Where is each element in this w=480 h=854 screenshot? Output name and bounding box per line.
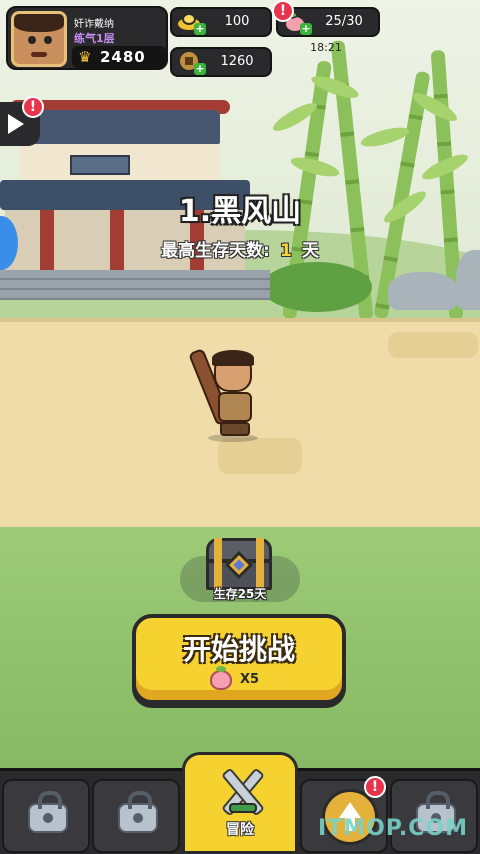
hero-hair xyxy=(212,350,254,366)
avatar-mouth xyxy=(31,52,47,57)
stamina-alert-badge: ! xyxy=(272,0,294,22)
player-hero xyxy=(187,340,268,444)
stamina-timer: 18:21 xyxy=(310,41,342,54)
combat-power-value: 2480 xyxy=(100,48,146,66)
challenge-cost: X5 xyxy=(210,666,270,692)
sword-hilt xyxy=(229,803,257,813)
crossed-swords-icon xyxy=(215,765,269,823)
temple-roof xyxy=(20,110,220,144)
lock-icon xyxy=(28,791,68,833)
bush xyxy=(262,262,372,312)
avatar-hair xyxy=(14,14,64,32)
temple-steps xyxy=(0,270,270,300)
watermark: ITMOP.COM xyxy=(318,816,468,841)
avatar-eye xyxy=(28,36,36,44)
start-challenge-label: 开始挑战 xyxy=(182,633,295,666)
coin-resource[interactable]: + 1260 xyxy=(170,47,272,77)
combat-power: ♛ 2480 xyxy=(72,46,166,68)
video-alert-badge: ! xyxy=(22,96,44,118)
rock xyxy=(388,272,458,310)
player-profile[interactable]: 奸诈戴纳 练气1层 ♛ 2480 xyxy=(6,6,168,70)
player-rank: 练气1层 xyxy=(74,32,115,45)
lock-icon xyxy=(118,791,158,833)
start-challenge-button[interactable]: 开始挑战 X5 xyxy=(132,614,346,704)
upgrade-alert-badge: ! xyxy=(364,776,386,798)
nav-tab-locked-1[interactable] xyxy=(2,779,90,853)
hero-body xyxy=(218,392,252,422)
nav-tab-locked-2[interactable] xyxy=(92,779,180,853)
temple-sign xyxy=(70,155,130,175)
stage-title: 1.黑风山 xyxy=(178,194,302,229)
gold-value: 100 xyxy=(224,14,250,29)
chest-band xyxy=(256,538,264,590)
avatar-eye xyxy=(44,36,52,44)
chest-requirement-label: 生存25天 xyxy=(213,587,267,601)
best-survival-days: 最高生存天数: 1 天 xyxy=(0,236,480,261)
coin-value: 1260 xyxy=(220,54,254,69)
nav-tab-adventure-label: 冒险 xyxy=(226,822,254,838)
player-avatar[interactable] xyxy=(11,11,67,67)
chest-band xyxy=(214,538,222,590)
hero-legs xyxy=(220,422,250,436)
gold-resource[interactable]: + 100 xyxy=(170,7,272,37)
path-patch xyxy=(388,332,478,358)
best-survival-unit: 天 xyxy=(301,241,319,261)
challenge-cost-value: X5 xyxy=(240,672,260,687)
treasure-chest[interactable] xyxy=(206,538,272,592)
best-survival-label: 最高生存天数: xyxy=(161,241,270,261)
best-survival-value: 1 xyxy=(279,241,292,261)
play-icon xyxy=(8,114,24,134)
nav-tab-adventure[interactable]: 冒险 xyxy=(182,752,298,854)
player-name: 奸诈戴纳 xyxy=(74,19,114,30)
trophy-icon: ♛ xyxy=(78,48,92,66)
stamina-value: 25/30 xyxy=(325,14,363,29)
peach-icon xyxy=(210,666,232,690)
